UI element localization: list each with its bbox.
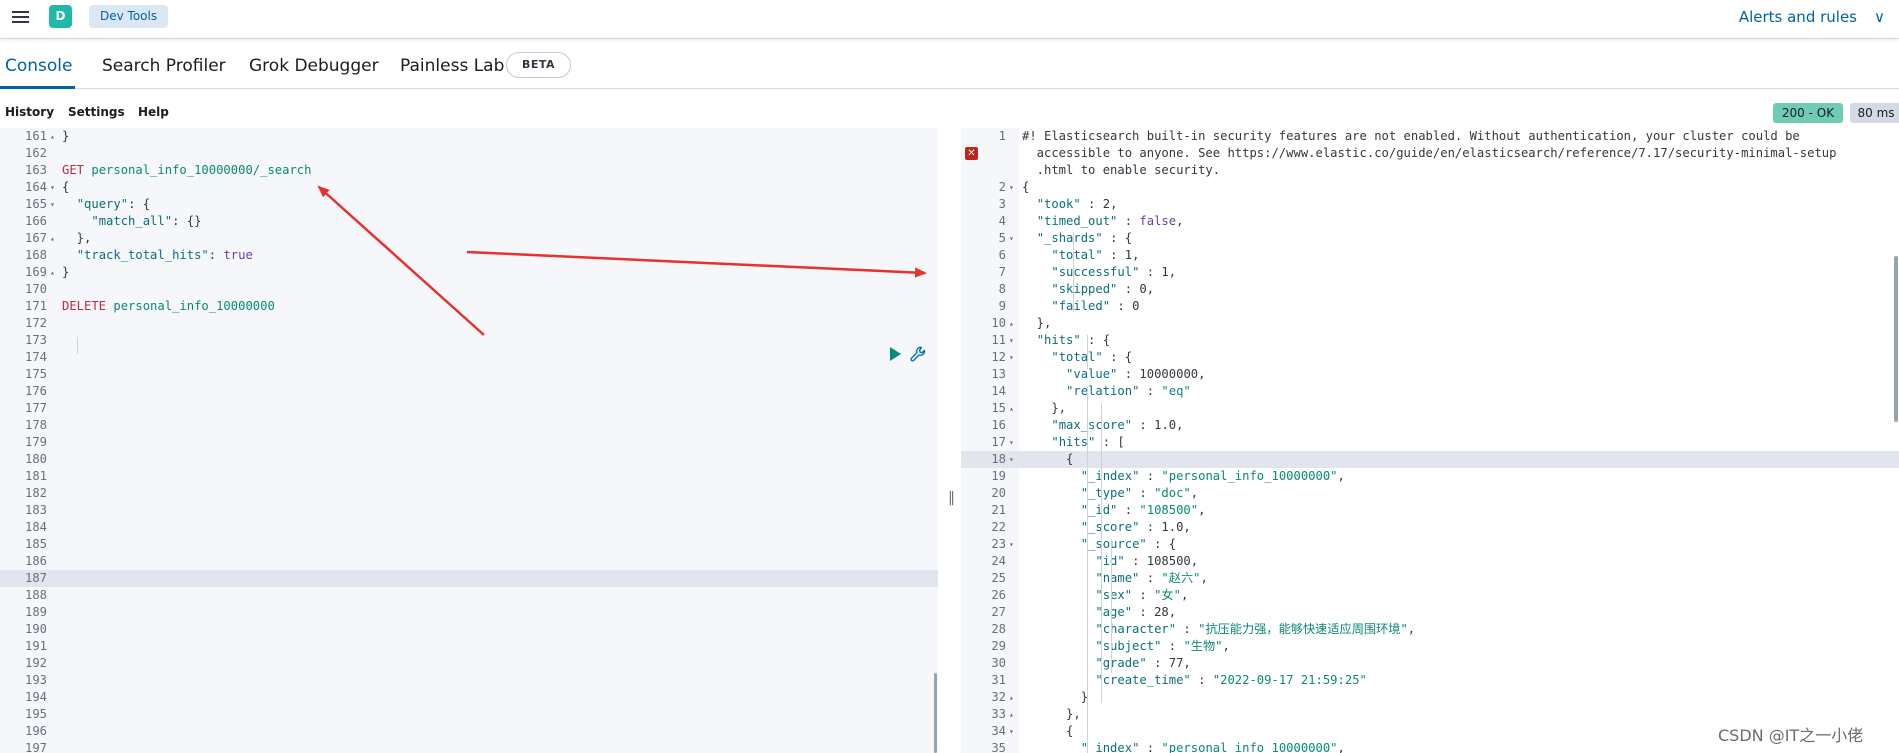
annotation-arrows: [317, 185, 927, 336]
arrow-to-request: [317, 185, 485, 336]
arrow-to-response: [466, 250, 927, 278]
watermark: CSDN @IT之一小佬: [1718, 726, 1864, 745]
